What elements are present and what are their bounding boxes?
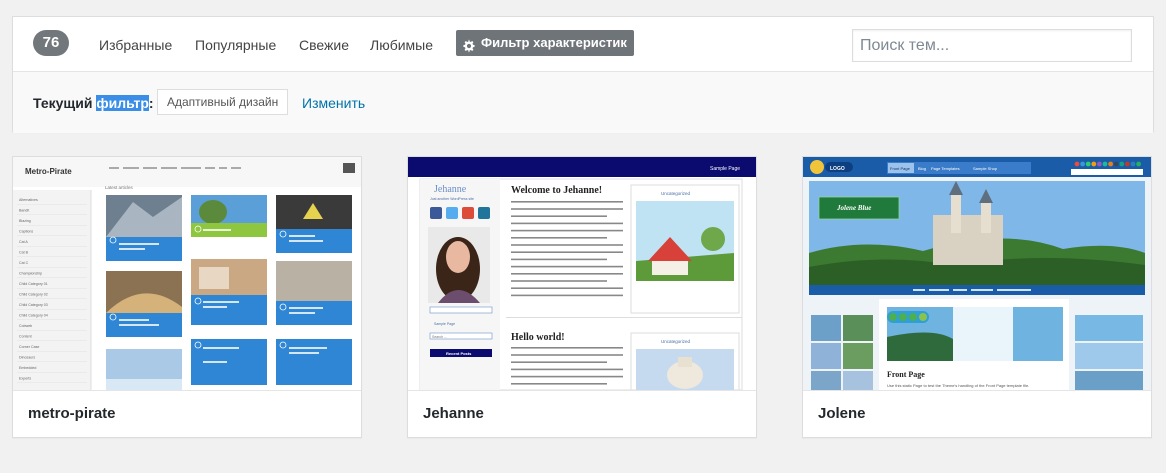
preview-nav-1: Blog [918,166,926,171]
preview-sidebar-item: Child Category 04 [19,314,48,318]
preview-nav-0: Front Page [890,166,911,171]
preview-sidebar-item: Cat A [19,240,28,244]
theme-screenshot[interactable]: Sample Page Jehanne Just another WordPre… [408,157,756,390]
preview-sidebar-item: Blazing [19,219,31,223]
preview-post2-title: Hello world! [511,332,565,343]
preview-post1-title: Welcome to Jehanne! [511,185,602,196]
jolene-preview: LOGO Front Page Blog Page Templates Samp… [803,157,1151,390]
theme-screenshot[interactable]: Metro-Pirate Latest articles Alternative… [13,157,361,390]
preview-sidebar-item: Corner Case [19,345,39,349]
preview-sidebar-item: Child Category 02 [19,293,48,297]
preview-sidebar-item: Cat C [19,261,29,265]
theme-card-jehanne[interactable]: Sample Page Jehanne Just another WordPre… [407,156,757,438]
theme-name[interactable]: Jehanne [408,390,756,437]
active-filter-tag: Адаптивный дизайн [157,89,289,115]
theme-filter-bar: 76 Избранные Популярные Свежие Любимые Ф… [12,16,1154,133]
tab-featured[interactable]: Избранные [99,36,172,54]
preview-sidebar-item: Captions [19,230,33,234]
preview-sidebar-item: Cat B [19,251,29,255]
preview-sidebar-item: Embedded [19,366,36,370]
preview-sidebar-item: Experts [19,377,31,381]
preview-sidebar-item: Dinosaurs [19,356,35,360]
preview-search: Search ... [432,335,447,339]
preview-recent-posts: Recent Posts [446,351,472,356]
selected-text-highlight: фильтр [96,95,149,111]
theme-screenshot[interactable]: LOGO Front Page Blog Page Templates Samp… [803,157,1151,390]
current-filter-label: Текущий фильтр: [33,95,154,111]
metro-pirate-preview: Metro-Pirate Latest articles Alternative… [13,157,361,390]
current-filter-row: Текущий фильтр: Адаптивный дизайн Измени… [13,72,1153,133]
theme-search-input[interactable] [852,29,1132,62]
preview-sidebar-item: Alternatives [19,198,38,202]
preview-sample-page: Sample Page [710,166,740,172]
preview-logo: Metro-Pirate [25,167,72,176]
preview-tagline: Just another WordPress site [430,197,474,201]
preview-sidebar-item: Child Category 01 [19,282,48,286]
feature-filter-button[interactable]: Фильтр характеристик [456,30,634,56]
theme-card-metro-pirate[interactable]: Metro-Pirate Latest articles Alternative… [12,156,362,438]
preview-sidebar-item: Cobweb [19,324,32,328]
preview-nav-2: Page Templates [931,166,960,171]
theme-count-badge: 76 [33,30,69,56]
preview-site-title: Jehanne [434,184,467,195]
tab-latest[interactable]: Свежие [299,36,349,54]
preview-logo: LOGO [830,166,845,172]
preview-heading: Latest articles [105,185,134,190]
tab-favorites[interactable]: Любимые [370,36,433,54]
jehanne-preview: Sample Page Jehanne Just another WordPre… [408,157,756,390]
theme-name[interactable]: Jolene [803,390,1151,437]
preview-category-2: Uncategorized [661,339,691,344]
preview-nav-sample: Sample Page [434,322,455,326]
edit-filter-link[interactable]: Изменить [302,94,365,112]
tab-popular[interactable]: Популярные [195,36,276,54]
preview-sidebar-item: Child Category 03 [19,303,48,307]
preview-nav-3: Sample Shop [973,166,998,171]
gear-icon [462,36,476,53]
feature-filter-label: Фильтр характеристик [481,35,627,50]
preview-page-text: Use this static Page to test the Theme's… [887,383,1029,388]
preview-sidebar-item: Bandit [19,209,29,213]
preview-page-title: Front Page [887,370,925,379]
preview-sidebar-item: Championship [19,272,42,276]
filter-top-row: 76 Избранные Популярные Свежие Любимые Ф… [13,17,1153,72]
preview-sidebar-item: Content [19,335,32,339]
preview-category: Uncategorized [661,191,691,196]
preview-banner-title: Jolene Blue [836,204,871,212]
theme-card-jolene[interactable]: LOGO Front Page Blog Page Templates Samp… [802,156,1152,438]
theme-name[interactable]: metro-pirate [13,390,361,437]
